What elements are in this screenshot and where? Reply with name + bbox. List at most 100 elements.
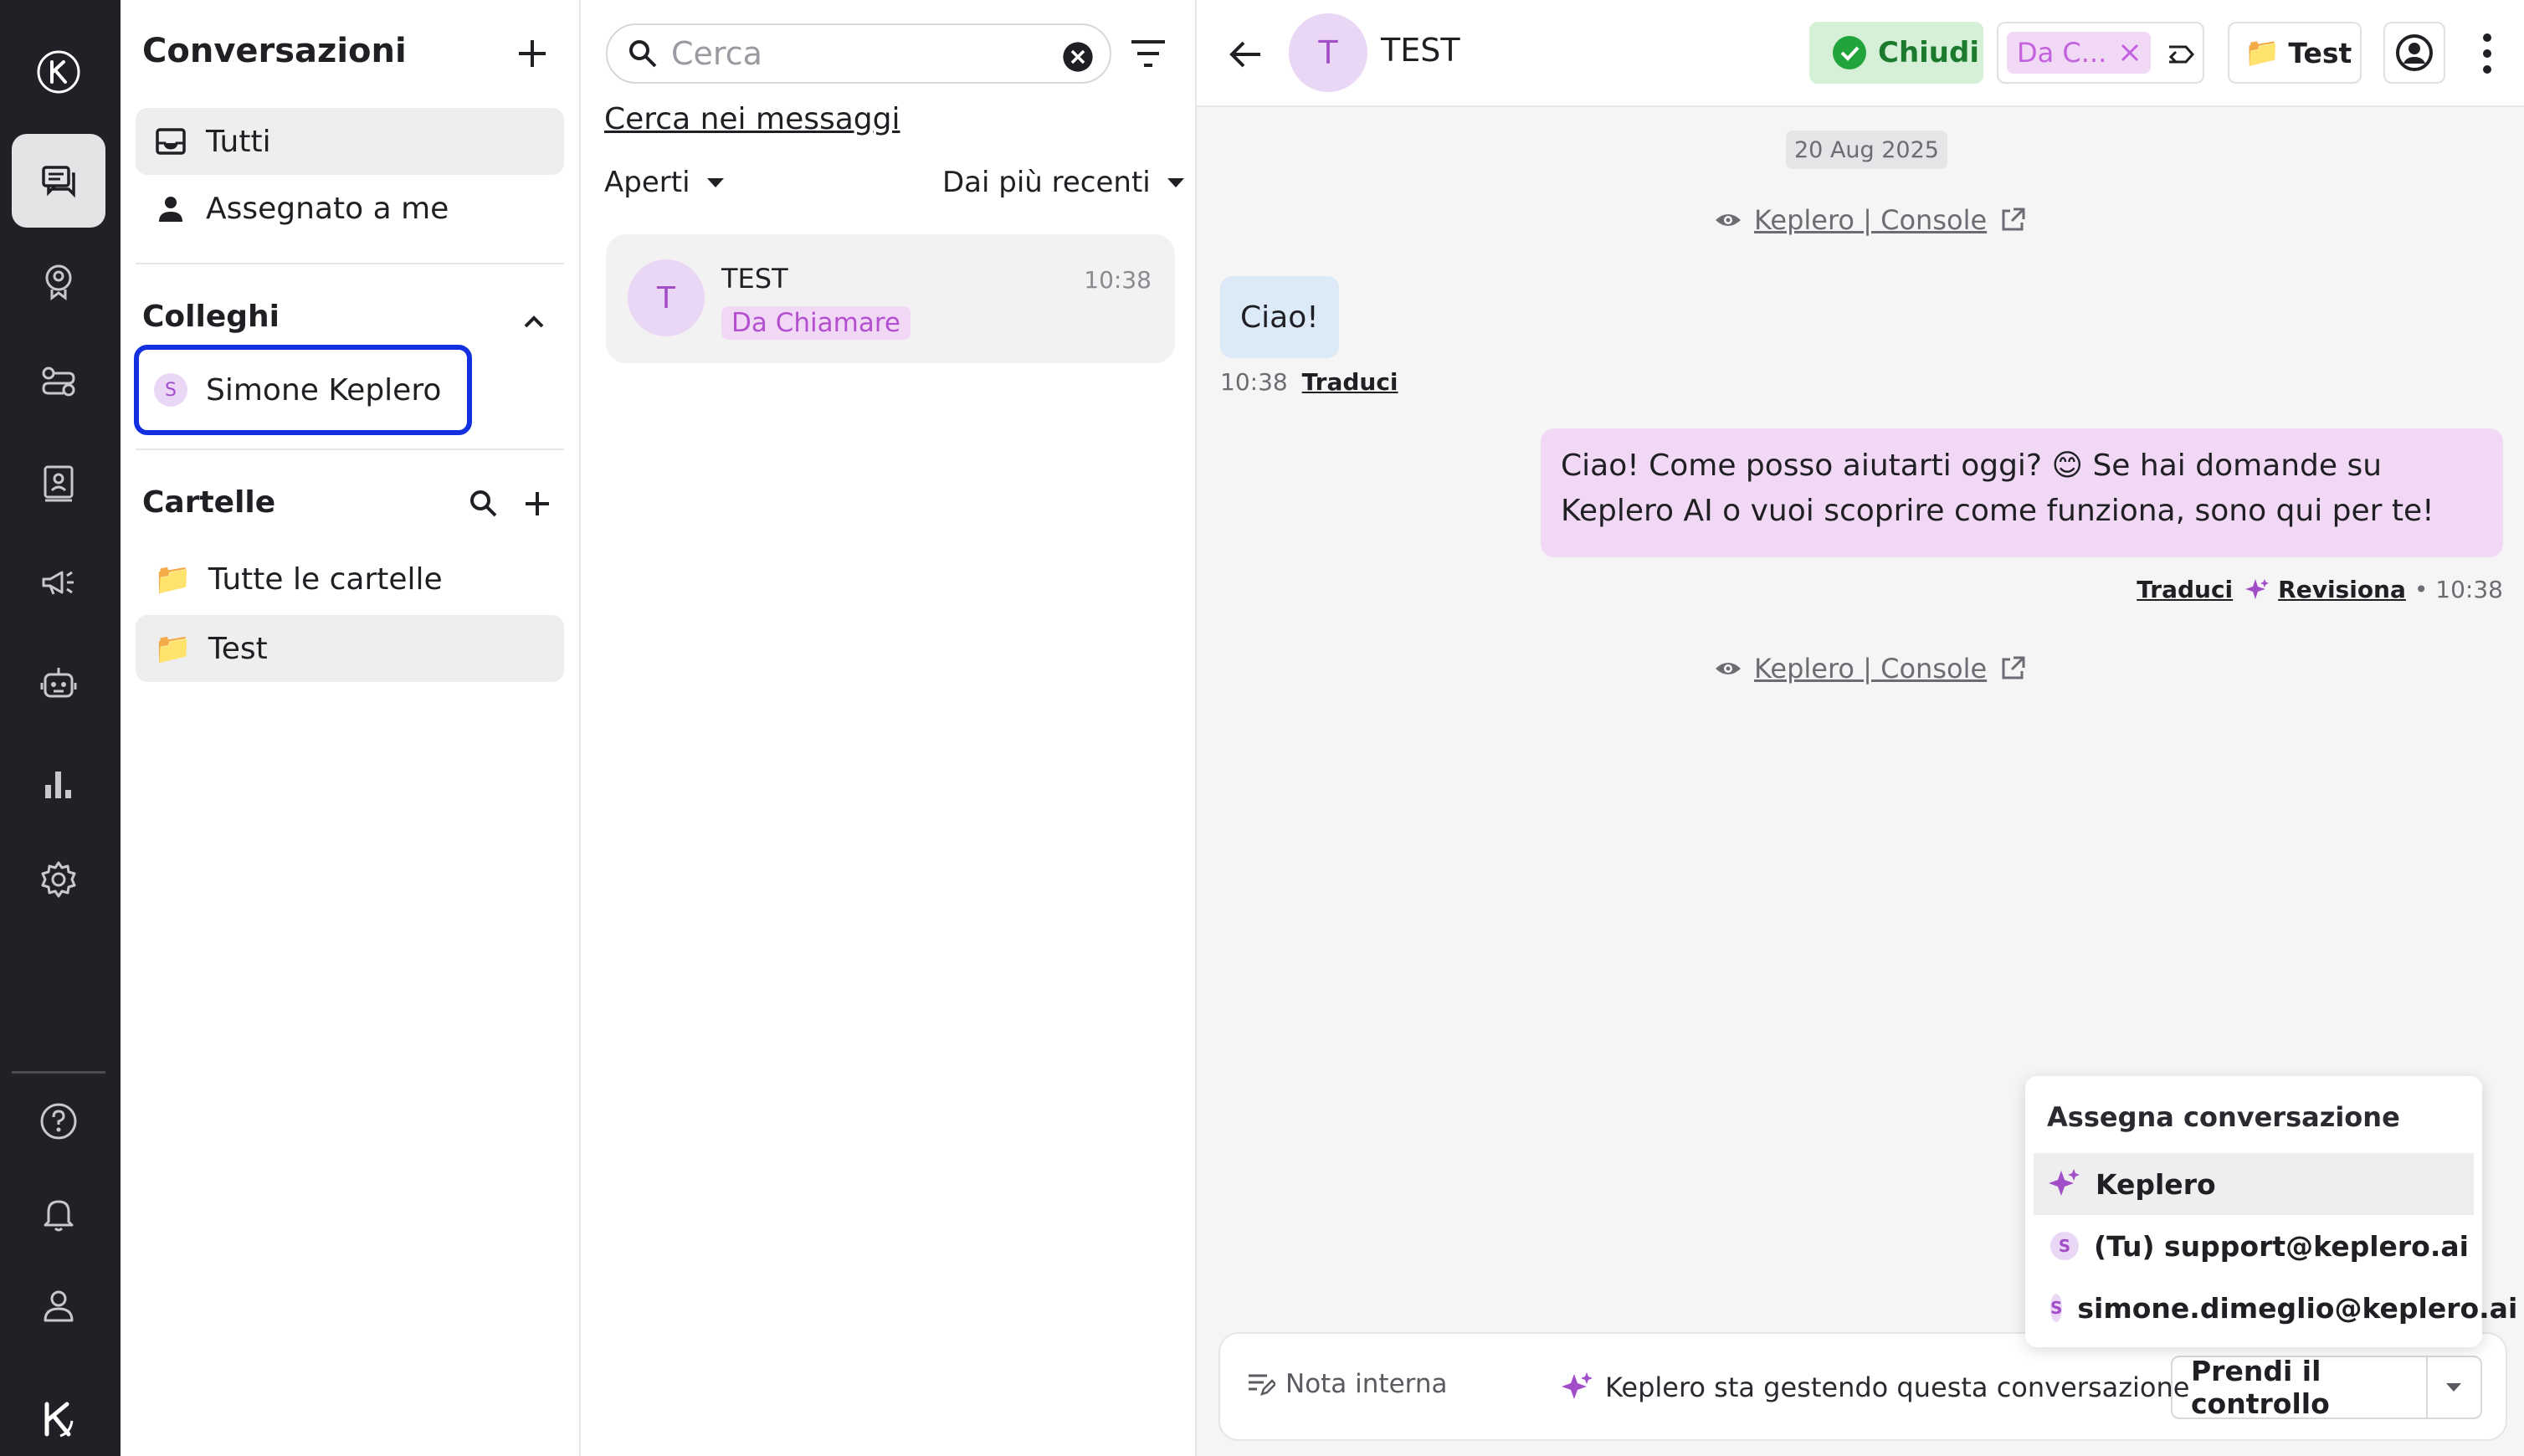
sidebar-divider bbox=[136, 449, 564, 450]
close-conversation-button[interactable]: Chiudi bbox=[1809, 22, 1983, 84]
folder-icon: 📁 bbox=[154, 632, 192, 666]
assign-option-colleague[interactable]: S simone.dimeglio@keplero.ai bbox=[2034, 1277, 2517, 1339]
caret-down-icon bbox=[2446, 1383, 2462, 1392]
conversations-icon[interactable] bbox=[12, 134, 105, 228]
status-filter-dropdown[interactable]: Aperti bbox=[604, 166, 724, 199]
more-options-icon[interactable] bbox=[2470, 30, 2504, 77]
sidebar-item-all-folders[interactable]: 📁 Tutte le cartelle bbox=[136, 546, 564, 613]
sidebar-item-assigned-to-me[interactable]: Assegnato a me bbox=[136, 175, 564, 242]
sort-label: Dai più recenti bbox=[942, 166, 1151, 199]
incoming-message-meta: 10:38 Traduci bbox=[1220, 368, 1398, 396]
source-link-label: Keplero | Console bbox=[1754, 653, 1988, 684]
menu-item-label: Keplero bbox=[2096, 1167, 2216, 1201]
outgoing-message-meta: Traduci Revisiona • 10:38 bbox=[2137, 576, 2503, 603]
bots-icon[interactable] bbox=[12, 636, 105, 730]
sidebar-item-label: Tutte le cartelle bbox=[208, 561, 443, 597]
brand-logo-icon bbox=[12, 1372, 105, 1456]
assign-option-keplero[interactable]: Keplero bbox=[2034, 1153, 2474, 1215]
folders-heading: Cartelle bbox=[142, 485, 276, 520]
flows-icon[interactable] bbox=[12, 335, 105, 428]
sidebar-item-all[interactable]: Tutti bbox=[136, 108, 564, 175]
incoming-message: Ciao! bbox=[1220, 276, 1339, 358]
settings-icon[interactable] bbox=[12, 833, 105, 926]
sparkle-icon bbox=[1562, 1372, 1593, 1399]
rail-divider bbox=[12, 1071, 105, 1074]
profile-icon[interactable] bbox=[12, 1259, 105, 1352]
conversation-name: TEST bbox=[721, 263, 788, 295]
sidebar-item-colleague[interactable]: S Simone Keplero bbox=[134, 345, 472, 435]
take-control-split-button: Prendi il controllo bbox=[2171, 1355, 2482, 1420]
assign-option-self[interactable]: S (Tu) support@keplero.ai bbox=[2034, 1215, 2474, 1277]
assign-menu-toggle[interactable] bbox=[2425, 1357, 2480, 1418]
source-link[interactable]: Keplero | Console bbox=[1714, 653, 2027, 684]
translate-link[interactable]: Traduci bbox=[1302, 368, 1398, 396]
back-arrow-icon[interactable] bbox=[1227, 35, 1265, 74]
status-tag-label: Da C... bbox=[2017, 37, 2107, 69]
knowledge-icon[interactable] bbox=[12, 435, 105, 529]
sidebar-item-label: Test bbox=[208, 631, 268, 666]
avatar: S bbox=[2050, 1232, 2079, 1260]
ai-handling-label: Keplero sta gestendo questa conversazion… bbox=[1605, 1371, 2190, 1403]
caret-down-icon bbox=[706, 177, 724, 187]
external-link-icon bbox=[2002, 208, 2025, 231]
add-folder-button[interactable] bbox=[514, 480, 561, 527]
folder-icon: 📁 bbox=[154, 562, 192, 597]
search-icon bbox=[629, 40, 657, 68]
new-conversation-button[interactable] bbox=[509, 30, 556, 77]
colleague-name: Simone Keplero bbox=[206, 372, 442, 408]
notifications-icon[interactable] bbox=[12, 1166, 105, 1260]
folder-button[interactable]: 📁 Test bbox=[2228, 22, 2362, 84]
translate-link[interactable]: Traduci bbox=[2137, 576, 2233, 603]
filter-icon[interactable] bbox=[1128, 35, 1168, 72]
sort-dropdown[interactable]: Dai più recenti bbox=[942, 166, 1184, 199]
conversation-list: Cerca nei messaggi Aperti Dai più recent… bbox=[581, 0, 1197, 1456]
person-icon bbox=[159, 197, 182, 222]
source-link[interactable]: Keplero | Console bbox=[1714, 204, 2027, 236]
outgoing-message: Ciao! Come posso aiutarti oggi? 😊 Se hai… bbox=[1541, 428, 2503, 557]
clear-search-icon[interactable] bbox=[1061, 40, 1095, 74]
close-label: Chiudi bbox=[1878, 36, 1980, 69]
status-badge[interactable]: Da C... bbox=[2007, 32, 2151, 74]
review-link[interactable]: Revisiona bbox=[2278, 576, 2406, 603]
contacts-icon[interactable] bbox=[12, 234, 105, 328]
take-control-button[interactable]: Prendi il controllo bbox=[2173, 1355, 2426, 1420]
menu-item-label: simone.dimeglio@keplero.ai bbox=[2077, 1291, 2518, 1325]
sidebar-item-folder-test[interactable]: 📁 Test bbox=[136, 615, 564, 682]
search-input[interactable] bbox=[671, 35, 1056, 72]
assign-conversation-menu: Assegna conversazione Keplero S (Tu) sup… bbox=[2025, 1076, 2517, 1347]
conversations-sidebar: Conversazioni Tutti Assegnato a me Colle… bbox=[121, 0, 581, 1456]
change-status-icon[interactable] bbox=[2164, 40, 2198, 69]
search-in-messages-link[interactable]: Cerca nei messaggi bbox=[604, 102, 900, 136]
search-icon bbox=[470, 490, 497, 517]
status-badge: Da Chiamare bbox=[721, 306, 911, 340]
analytics-icon[interactable] bbox=[12, 736, 105, 830]
avatar: T bbox=[628, 259, 705, 336]
avatar: S bbox=[2050, 1294, 2063, 1322]
user-circle-icon bbox=[2396, 34, 2433, 71]
assignee-button[interactable] bbox=[2383, 22, 2445, 84]
eye-icon bbox=[1716, 214, 1741, 226]
ai-handling-status: Keplero sta gestendo questa conversazion… bbox=[1560, 1371, 2189, 1404]
remove-tag-icon[interactable] bbox=[2119, 42, 2141, 64]
avatar: S bbox=[154, 373, 187, 407]
message-time: 10:38 bbox=[1220, 368, 1288, 396]
campaigns-icon[interactable] bbox=[12, 536, 105, 629]
chat-header: T TEST Chiudi Da C... 📁 Test bbox=[1197, 0, 2524, 107]
help-icon[interactable] bbox=[12, 1074, 105, 1168]
menu-item-label: (Tu) support@keplero.ai bbox=[2094, 1229, 2469, 1263]
colleagues-heading: Colleghi bbox=[142, 300, 280, 334]
internal-note-button[interactable]: Nota interna bbox=[1245, 1369, 1448, 1399]
source-link-label: Keplero | Console bbox=[1754, 204, 1988, 236]
sidebar-item-label: Assegnato a me bbox=[206, 191, 449, 226]
eye-icon bbox=[1716, 663, 1741, 674]
internal-note-label: Nota interna bbox=[1285, 1369, 1448, 1399]
collapse-colleagues-button[interactable] bbox=[510, 298, 557, 345]
app-logo-icon[interactable] bbox=[12, 25, 105, 119]
chevron-up-icon bbox=[524, 315, 544, 328]
check-circle-icon bbox=[1833, 36, 1866, 69]
plus-icon bbox=[526, 492, 549, 515]
search-folders-button[interactable] bbox=[460, 480, 507, 527]
list-item[interactable]: T TEST 10:38 Da Chiamare bbox=[606, 234, 1175, 363]
status-tag-control: Da C... bbox=[1997, 22, 2204, 84]
folder-icon: 📁 bbox=[2244, 36, 2280, 69]
